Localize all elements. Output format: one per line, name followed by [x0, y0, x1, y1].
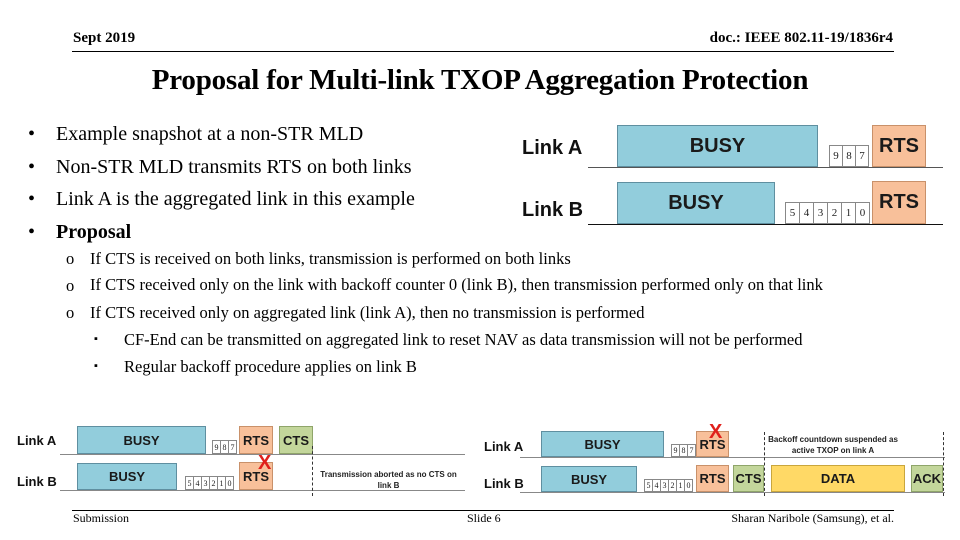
bullet-text: Proposal — [56, 220, 132, 243]
bullet-item: • Link A is the aggregated link in this e… — [28, 183, 415, 216]
footer-slide-number: Slide 6 — [467, 511, 501, 525]
bullet-text: Non-STR MLD transmits RTS on both links — [56, 155, 412, 178]
x-mark-icon: X — [258, 452, 272, 474]
footer-author: Sharan Naribole (Samsung), et al. — [731, 511, 894, 525]
bullet-item: • Proposal — [28, 216, 415, 249]
counter-slot: 2 — [827, 202, 842, 224]
sub-bullet-text: CF-End can be transmitted on aggregated … — [124, 330, 803, 349]
sub-bullet-marker: o — [66, 249, 75, 268]
counter-slot: 1 — [841, 202, 856, 224]
sub-bullet-item: ▪ CF-End can be transmitted on aggregated… — [66, 326, 956, 353]
link-b-timeline — [520, 492, 945, 493]
link-a-label: Link A — [17, 433, 57, 448]
backoff-counter: 9 8 7 — [212, 440, 237, 454]
dashed-boundary — [764, 432, 765, 496]
dashed-boundary — [312, 446, 313, 496]
backoff-counter: 9 8 7 — [829, 145, 869, 167]
link-a-label: Link A — [484, 439, 524, 454]
counter-slot: 3 — [813, 202, 828, 224]
data-frame: DATA — [771, 465, 905, 492]
backoff-counter: 9 8 7 — [671, 444, 696, 457]
counter-slot: 8 — [842, 145, 856, 167]
sub-bullet-text: Regular backoff procedure applies on lin… — [124, 357, 417, 376]
rts-frame: RTS — [696, 465, 729, 492]
cts-frame: CTS — [733, 465, 764, 492]
slide-title: Proposal for Multi-link TXOP Aggregation… — [151, 64, 809, 96]
footer-left: Submission — [73, 511, 130, 525]
sub-bullet-text: If CTS received only on the link with ba… — [90, 275, 823, 294]
link-a-timeline — [520, 457, 945, 458]
bullet-text: Link A is the aggregated link in this ex… — [56, 188, 415, 210]
busy-block: BUSY — [541, 466, 637, 492]
diagram-note: Transmission aborted as no CTS on link B — [320, 470, 457, 490]
bullet-item: • Example snapshot at a non-STR MLD — [28, 118, 415, 151]
sub-bullet-text: If CTS is received on both links, transm… — [90, 249, 571, 268]
link-b-label: Link B — [17, 474, 57, 489]
backoff-counter: 5 4 3 2 1 0 — [644, 479, 693, 492]
link-a-timeline — [588, 167, 943, 168]
sub-bullet-item: ▪ Regular backoff procedure applies on li… — [66, 353, 956, 380]
x-mark-icon: X — [709, 421, 723, 443]
busy-block: BUSY — [617, 125, 818, 167]
link-b-label: Link B — [522, 199, 584, 221]
counter-slot: 0 — [684, 479, 693, 492]
bullet-marker: • — [28, 188, 36, 210]
bullet-text: Example snapshot at a non-STR MLD — [56, 123, 364, 145]
counter-slot: 5 — [785, 202, 800, 224]
backoff-counter: 5 4 3 2 1 0 — [785, 202, 870, 224]
busy-block: BUSY — [77, 426, 206, 454]
counter-slot: 0 — [225, 476, 234, 490]
sub-bullet-marker: ▪ — [94, 333, 98, 345]
link-b-label: Link B — [484, 476, 524, 491]
bullet-item: • Non-STR MLD transmits RTS on both links — [28, 151, 415, 184]
header-divider — [72, 51, 894, 52]
counter-slot: 0 — [855, 202, 870, 224]
header-doc-id: doc.: IEEE 802.11-19/1836r4 — [709, 30, 893, 46]
bullet-marker: • — [28, 155, 36, 178]
cts-frame: CTS — [279, 426, 313, 454]
sub-bullet-item: o If CTS is received on both links, trans… — [66, 245, 956, 272]
sub-bullet-item: o If CTS received only on the link with b… — [66, 272, 956, 299]
bullet-list: • Example snapshot at a non-STR MLD • Non-… — [28, 118, 415, 248]
sub-bullet-marker: o — [66, 276, 75, 295]
counter-slot: 7 — [228, 440, 237, 454]
sub-bullet-text: If CTS received only on aggregated link … — [90, 303, 645, 322]
link-b-timeline — [588, 224, 943, 225]
link-a-label: Link A — [522, 137, 583, 159]
dashed-boundary — [943, 432, 944, 496]
ack-frame: ACK — [911, 465, 943, 492]
rts-frame: RTS — [872, 125, 926, 167]
busy-block: BUSY — [541, 431, 664, 457]
bullet-marker: • — [28, 123, 36, 145]
bullet-marker: • — [28, 220, 36, 243]
header-date: Sept 2019 — [73, 30, 136, 46]
backoff-counter: 5 4 3 2 1 0 — [185, 476, 234, 490]
sub-bullet-list: o If CTS is received on both links, trans… — [66, 245, 956, 380]
rts-frame: RTS — [872, 181, 926, 224]
sub-bullet-marker: o — [66, 303, 75, 322]
busy-block: BUSY — [77, 463, 177, 490]
counter-slot: 9 — [829, 145, 843, 167]
diagram-note: Backoff countdown suspended as active TX… — [768, 435, 898, 455]
counter-slot: 7 — [687, 444, 696, 457]
busy-block: BUSY — [617, 182, 775, 224]
sub-bullet-item: o If CTS received only on aggregated link… — [66, 299, 956, 326]
counter-slot: 7 — [855, 145, 869, 167]
rts-frame: RTS — [239, 426, 273, 454]
sub-bullet-marker: ▪ — [94, 360, 98, 372]
counter-slot: 4 — [799, 202, 814, 224]
